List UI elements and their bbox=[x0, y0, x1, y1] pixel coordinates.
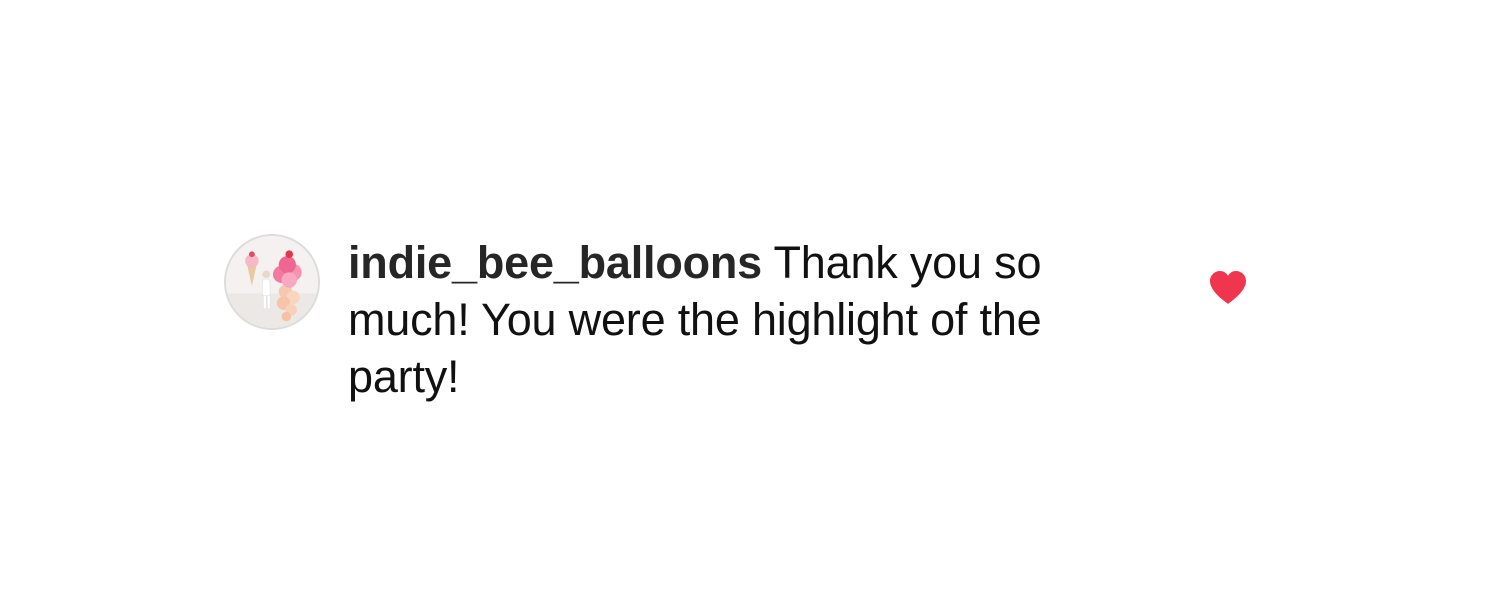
comment-row: indie_bee_balloons Thank you so much! Yo… bbox=[224, 234, 1264, 414]
heart-icon bbox=[1210, 271, 1246, 304]
avatar[interactable] bbox=[224, 234, 320, 330]
avatar-image bbox=[226, 236, 318, 328]
like-button[interactable] bbox=[1208, 270, 1248, 306]
username-link[interactable]: indie_bee_balloons bbox=[348, 237, 762, 288]
comment-text: indie_bee_balloons Thank you so much! Yo… bbox=[348, 234, 1148, 405]
